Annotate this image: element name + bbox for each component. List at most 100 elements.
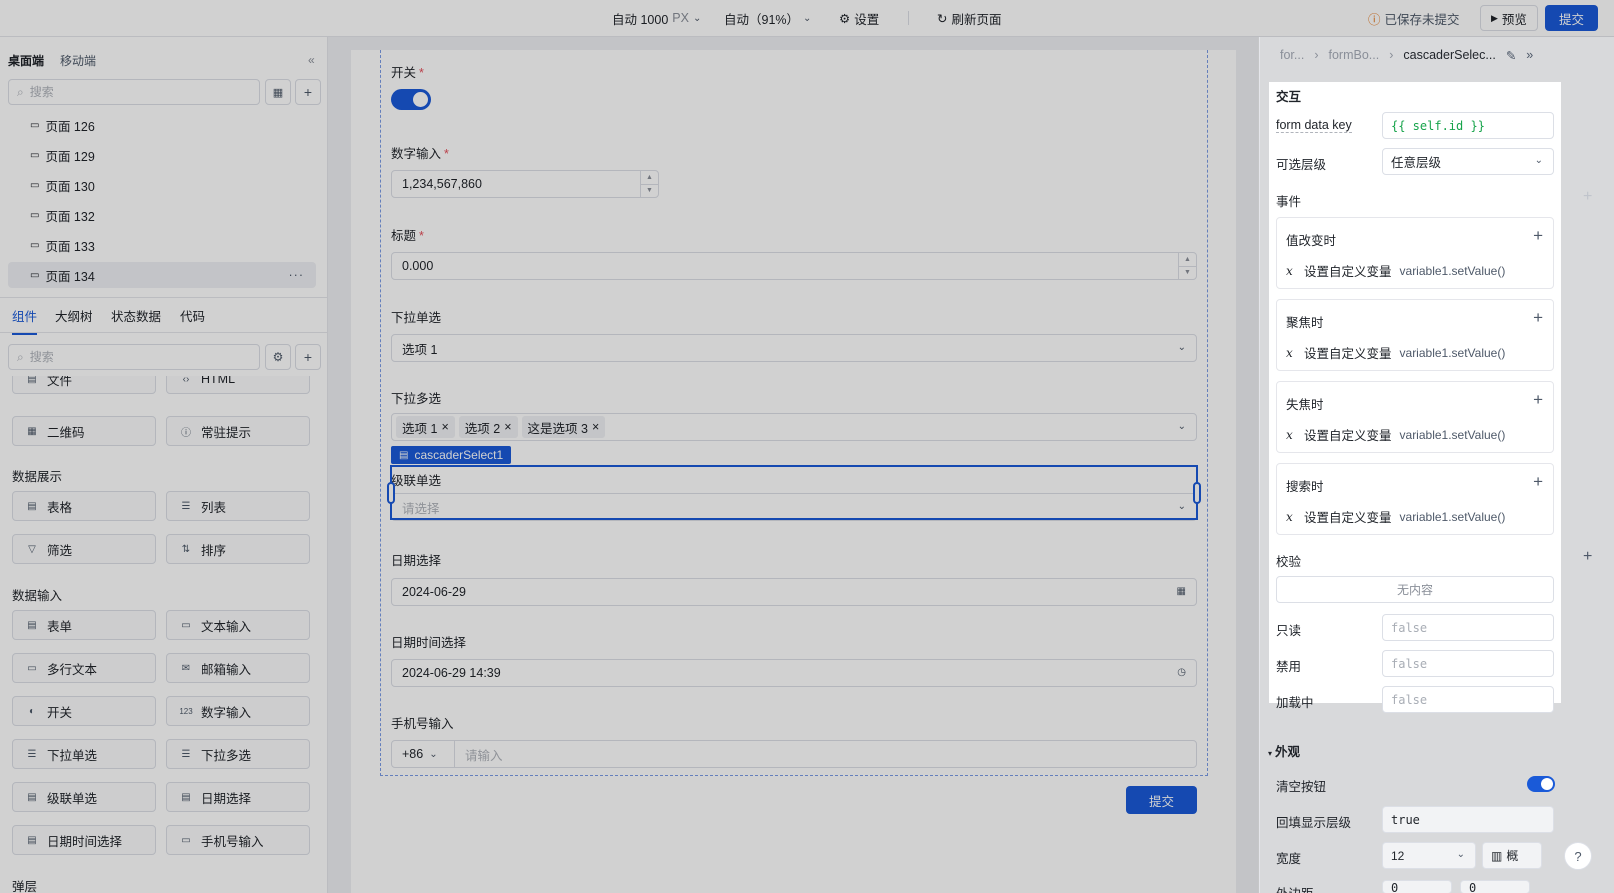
resize-handle-right[interactable] <box>1193 482 1201 504</box>
component-multi-select[interactable]: ☰ 下拉多选 <box>166 739 310 769</box>
add-action-icon[interactable]: + <box>1533 309 1543 326</box>
component-cascader[interactable]: ▤ 级联单选 <box>12 782 156 812</box>
component-filter[interactable]: ▽ 筛选 <box>12 534 156 564</box>
tab-components[interactable]: 组件 <box>12 306 38 335</box>
event-action[interactable]: x 设置自定义变量 variable1.setValue() <box>1286 507 1505 526</box>
breadcrumb-item[interactable]: formBo... <box>1329 48 1380 62</box>
chevron-down-icon[interactable]: ▼ <box>1179 267 1196 280</box>
page-item[interactable]: ▭ 页面 130 <box>8 172 316 198</box>
close-icon[interactable]: × <box>441 420 448 434</box>
zoom-dropdown[interactable]: 自动（91%） ⌄ <box>724 0 811 36</box>
add-event-icon[interactable]: + <box>1583 189 1592 205</box>
page-item[interactable]: ▭ 页面 126 <box>8 112 316 138</box>
chevron-up-icon[interactable]: ▲ <box>1179 253 1196 267</box>
more-icon[interactable]: ··· <box>289 268 305 282</box>
page-item[interactable]: ▭ 页面 132 <box>8 202 316 228</box>
phone-prefix-select[interactable]: +86 ⌄ <box>392 741 455 767</box>
page-item-active[interactable]: ▭ 页面 134 ··· <box>8 262 316 288</box>
title-stepper[interactable]: ▲ ▼ <box>1178 253 1196 279</box>
chevron-down-icon[interactable]: ▼ <box>641 185 658 198</box>
add-action-icon[interactable]: + <box>1533 473 1543 490</box>
width-mode-button[interactable]: ▥ 概 <box>1482 842 1542 869</box>
help-icon[interactable]: ? <box>1564 842 1592 870</box>
level-select[interactable]: 任意层级 ⌄ <box>1382 148 1554 175</box>
event-action[interactable]: x 设置自定义变量 variable1.setValue() <box>1286 261 1505 280</box>
add-page-button[interactable]: + <box>295 79 321 105</box>
component-label: 表单 <box>47 619 73 634</box>
component-select[interactable]: ☰ 下拉单选 <box>12 739 156 769</box>
settings-button[interactable]: ⚙ 设置 <box>839 0 879 36</box>
component-datetime-picker[interactable]: ▤ 日期时间选择 <box>12 825 156 855</box>
select-input[interactable]: 选项 1 ⌄ <box>391 334 1197 362</box>
width-input[interactable]: 12 ⌄ <box>1382 842 1476 869</box>
date-input[interactable]: 2024-06-29 ▦ <box>391 578 1197 606</box>
component-text-input[interactable]: ▭ 文本输入 <box>166 610 310 640</box>
page-template-button[interactable]: ▦ <box>265 79 291 105</box>
tab-desktop[interactable]: 桌面端 <box>8 49 44 71</box>
add-validation-icon[interactable]: + <box>1583 549 1592 565</box>
selected-component-badge[interactable]: ▤ cascaderSelect1 <box>391 446 512 464</box>
phone-placeholder[interactable]: 请输入 <box>465 745 503 764</box>
event-action[interactable]: x 设置自定义变量 variable1.setValue() <box>1286 343 1505 362</box>
component-qrcode[interactable]: ▦ 二维码 <box>12 416 156 446</box>
component-switch[interactable]: ◐ 开关 <box>12 696 156 726</box>
select-value: 选项 1 <box>402 342 438 357</box>
margin-input-left[interactable]: 0 <box>1382 880 1452 893</box>
title-input-value: 0.000 <box>402 259 434 273</box>
component-email-input[interactable]: ✉ 邮箱输入 <box>166 653 310 683</box>
date-label: 日期选择 <box>391 554 442 568</box>
preview-button[interactable]: ▶ 预览 <box>1480 5 1538 31</box>
component-notice[interactable]: ⓘ 常驻提示 <box>166 416 310 446</box>
page-item[interactable]: ▭ 页面 133 <box>8 232 316 258</box>
refresh-page-button[interactable]: ↻ 刷新页面 <box>937 0 1002 36</box>
backfill-input[interactable]: true <box>1382 806 1554 833</box>
edit-icon[interactable]: ✎ <box>1506 48 1516 63</box>
component-file[interactable]: ▤ 文件 <box>12 376 156 394</box>
tab-mobile[interactable]: 移动端 <box>60 49 96 71</box>
close-icon[interactable]: × <box>504 420 511 434</box>
number-input[interactable]: 1,234,567,860 ▲ ▼ <box>391 170 659 198</box>
component-form[interactable]: ▤ 表单 <box>12 610 156 640</box>
form-switch[interactable] <box>391 89 431 110</box>
component-table[interactable]: ▤ 表格 <box>12 491 156 521</box>
component-label: 下拉单选 <box>47 748 98 763</box>
tab-code[interactable]: 代码 <box>180 306 205 325</box>
tab-outline[interactable]: 大纲树 <box>55 306 93 325</box>
readonly-input[interactable]: false <box>1382 614 1554 641</box>
loading-input[interactable]: false <box>1382 686 1554 713</box>
multi-select-input[interactable]: 选项 1 × 选项 2 × 这是选项 3 × ⌄ <box>391 413 1197 441</box>
component-phone-input[interactable]: ▭ 手机号输入 <box>166 825 310 855</box>
add-action-icon[interactable]: + <box>1533 227 1543 244</box>
collapse-panel-icon[interactable]: « <box>308 49 315 71</box>
margin-input-right[interactable]: 0 <box>1460 880 1530 893</box>
page-search-input[interactable] <box>29 85 210 99</box>
component-settings-button[interactable]: ⚙ <box>265 344 291 370</box>
add-component-button[interactable]: + <box>295 344 321 370</box>
component-textarea[interactable]: ▭ 多行文本 <box>12 653 156 683</box>
resize-handle-left[interactable] <box>387 482 395 504</box>
datetime-input[interactable]: 2024-06-29 14:39 ◷ <box>391 659 1197 687</box>
component-number-input[interactable]: 123 数字输入 <box>166 696 310 726</box>
chevron-up-icon[interactable]: ▲ <box>641 171 658 185</box>
section-title-appearance[interactable]: ▾ 外观 <box>1268 741 1300 760</box>
form-data-key-input[interactable]: {{ self.id }} <box>1382 112 1554 139</box>
page-item[interactable]: ▭ 页面 129 <box>8 142 316 168</box>
close-icon[interactable]: × <box>592 420 599 434</box>
tab-state-data[interactable]: 状态数据 <box>111 306 161 325</box>
component-date-picker[interactable]: ▤ 日期选择 <box>166 782 310 812</box>
number-stepper[interactable]: ▲ ▼ <box>640 171 658 197</box>
form-submit-button[interactable]: 提交 <box>1126 786 1197 814</box>
component-html[interactable]: ‹› HTML <box>166 376 310 394</box>
clear-button-switch[interactable] <box>1527 776 1555 792</box>
title-input[interactable]: 0.000 ▲ ▼ <box>391 252 1197 280</box>
canvas-width-dropdown[interactable]: 自动 1000 PX ⌄ <box>612 0 701 36</box>
expand-panel-icon[interactable]: » <box>1526 48 1533 62</box>
event-action[interactable]: x 设置自定义变量 variable1.setValue() <box>1286 425 1505 444</box>
component-list-item[interactable]: ☰ 列表 <box>166 491 310 521</box>
submit-button[interactable]: 提交 <box>1545 5 1599 31</box>
add-action-icon[interactable]: + <box>1533 391 1543 408</box>
component-search-input[interactable] <box>29 350 210 364</box>
breadcrumb-item[interactable]: for... <box>1280 48 1304 62</box>
disabled-input[interactable]: false <box>1382 650 1554 677</box>
component-sort[interactable]: ⇅ 排序 <box>166 534 310 564</box>
